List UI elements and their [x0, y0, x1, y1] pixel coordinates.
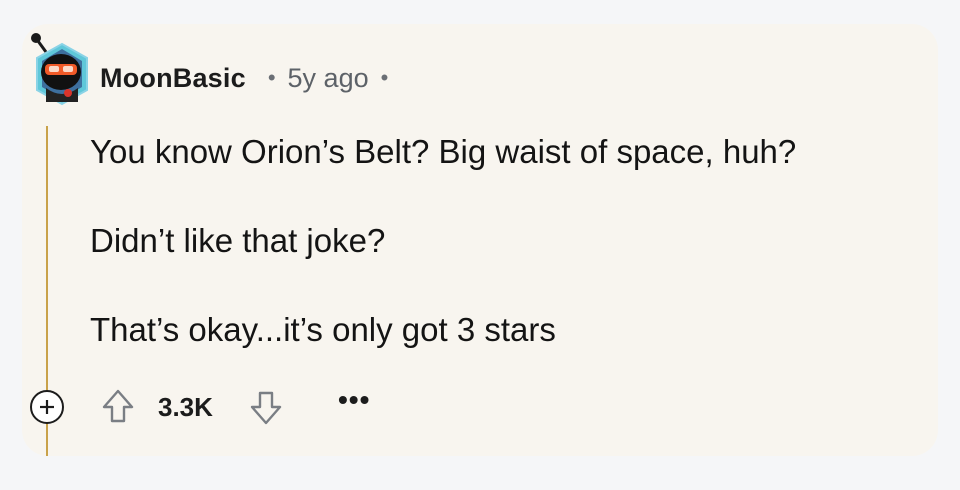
arrow-up-outline-icon: [102, 389, 134, 423]
more-options-button[interactable]: •••: [338, 384, 370, 416]
comment-body-line: You know Orion’s Belt? Big waist of spac…: [90, 133, 797, 170]
expand-thread-button[interactable]: [30, 390, 64, 424]
timestamp[interactable]: 5y ago: [288, 63, 369, 94]
upvote-button[interactable]: [100, 387, 136, 425]
separator-dot: •: [380, 65, 389, 90]
separator-dot: •: [267, 65, 276, 90]
snoo-avatar-icon: [31, 33, 88, 106]
downvote-button[interactable]: [248, 389, 284, 427]
arrow-down-outline-icon: [250, 391, 282, 425]
author-name[interactable]: MoonBasic: [100, 63, 246, 94]
comment-meta: MoonBasic • 5y ago •: [100, 58, 388, 98]
comment-body-line: That’s okay...it’s only got 3 stars: [90, 311, 556, 348]
vote-score: 3.3K: [158, 392, 213, 422]
plus-icon: [40, 400, 54, 414]
avatar[interactable]: [24, 30, 94, 110]
comment-action-bar: 3.3K •••: [0, 380, 960, 436]
comment-body-line: Didn’t like that joke?: [90, 222, 386, 259]
